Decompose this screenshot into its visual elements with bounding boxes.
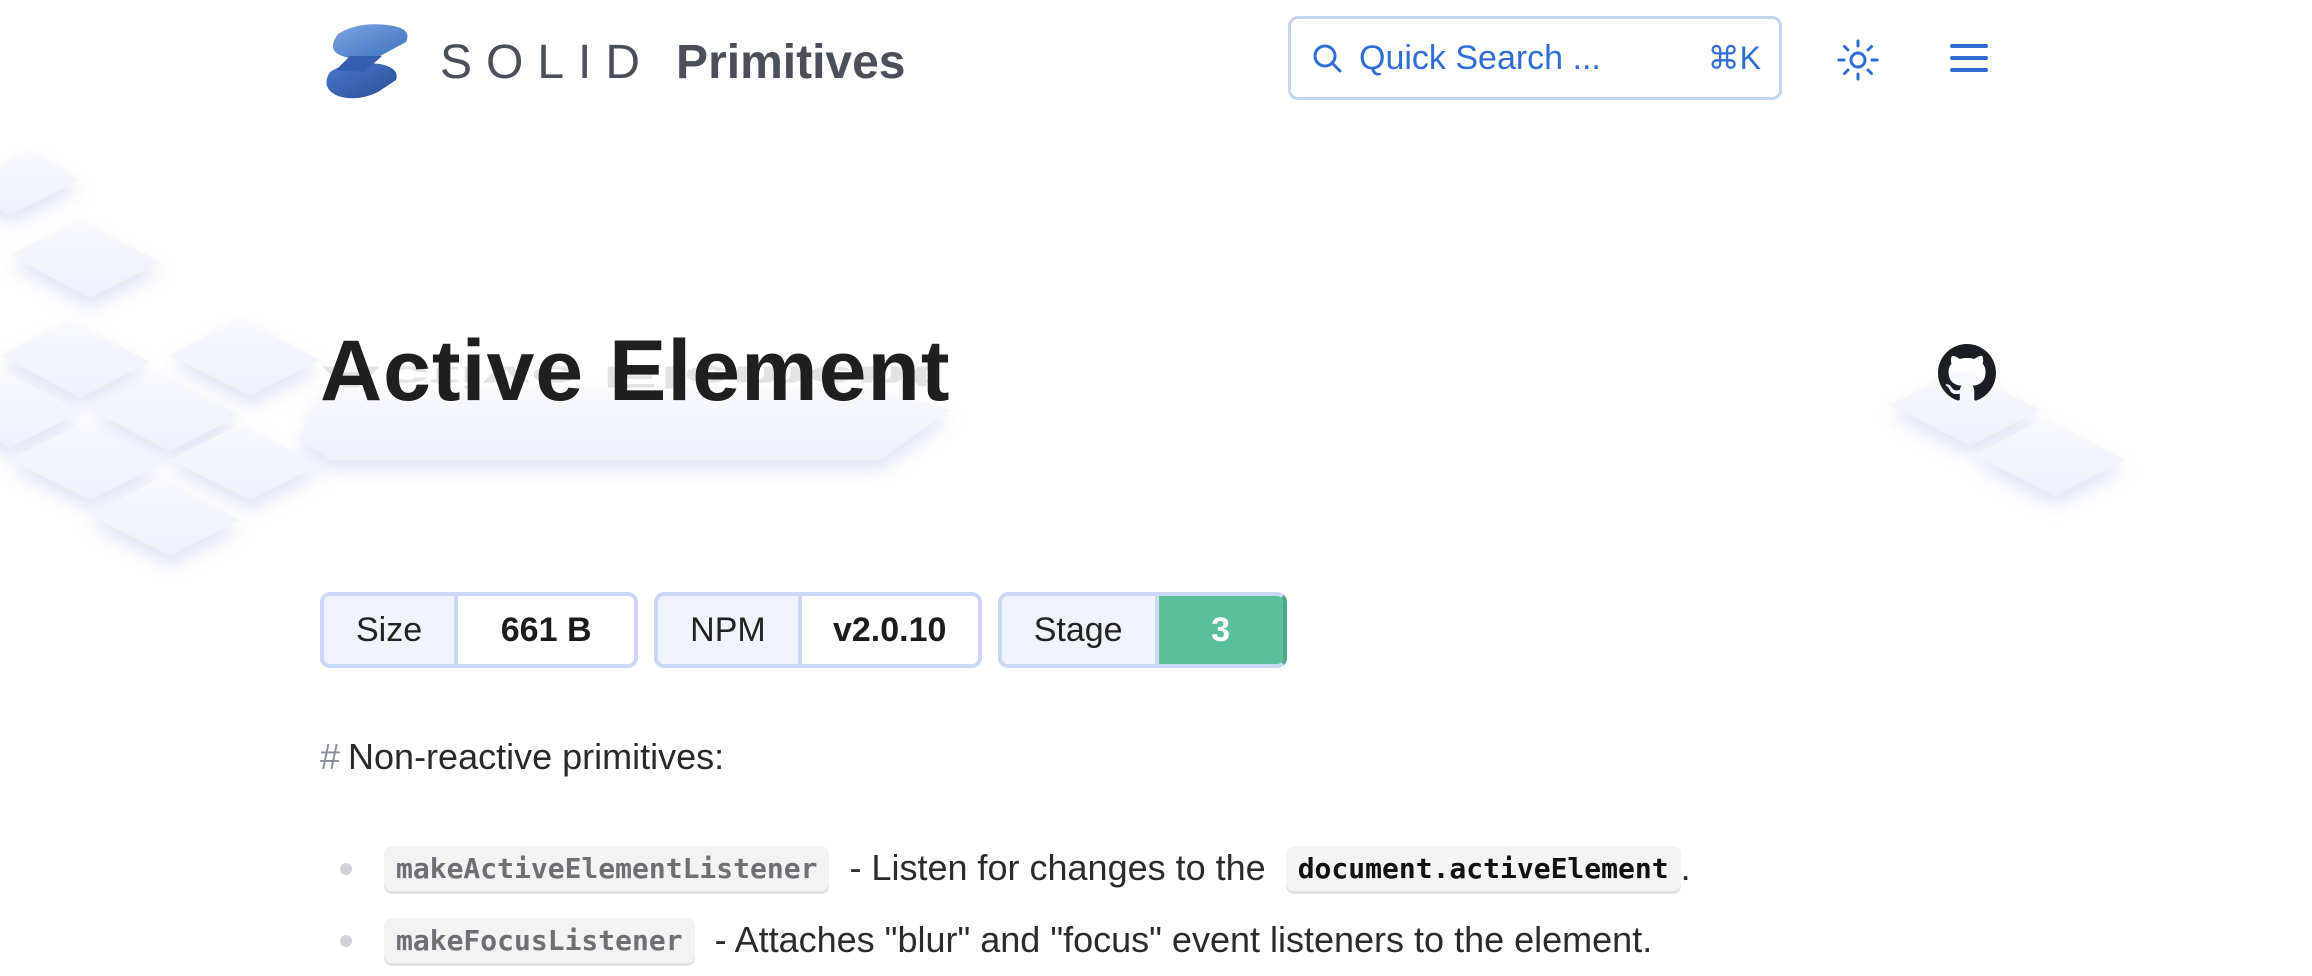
- hamburger-menu-icon: [1950, 44, 1988, 72]
- bullet-dot: [340, 935, 352, 947]
- size-badge-value: 661 B: [454, 596, 635, 664]
- brand-primitives-text: Primitives: [676, 35, 906, 89]
- npm-badge-value: v2.0.10: [797, 596, 978, 664]
- theme-toggle-button[interactable]: [1836, 38, 1880, 82]
- code-make-focus-listener[interactable]: makeFocusListener: [384, 917, 695, 963]
- list-item-text: - Attaches "blur" and "focus" event list…: [704, 919, 1653, 960]
- sun-icon: [1837, 39, 1879, 81]
- github-icon: [1938, 344, 1996, 401]
- heading-anchor-link[interactable]: #: [320, 736, 340, 777]
- code-make-active-element-listener[interactable]: makeActiveElementListener: [384, 845, 830, 891]
- github-link[interactable]: [1938, 344, 1996, 402]
- stage-badge-value: 3: [1154, 596, 1283, 664]
- npm-badge[interactable]: NPM v2.0.10: [654, 592, 982, 668]
- brand-solid-text: SOLID: [440, 35, 655, 89]
- page-title: Active Element: [320, 323, 951, 419]
- list-item-text: - Listen for changes to the: [839, 847, 1276, 888]
- section-heading: # Non-reactive primitives:: [320, 736, 724, 778]
- quick-search-button[interactable]: Quick Search ... ⌘K: [1288, 16, 1782, 100]
- stage-badge-key: Stage: [1001, 596, 1155, 664]
- stage-badge[interactable]: Stage 3: [997, 592, 1287, 668]
- section-heading-text: Non-reactive primitives:: [348, 736, 725, 777]
- brand-wordmark[interactable]: SOLID Primitives: [440, 32, 906, 92]
- bullet-dot: [340, 863, 352, 875]
- search-shortcut: ⌘K: [1707, 40, 1761, 76]
- menu-button[interactable]: [1950, 42, 1988, 74]
- code-document-active-element: document.activeElement: [1285, 845, 1681, 891]
- site-header: SOLID Primitives Quick Search ... ⌘K: [0, 0, 2312, 120]
- package-badges: Size 661 B NPM v2.0.10 Stage 3: [320, 592, 1287, 668]
- size-badge[interactable]: Size 661 B: [320, 592, 639, 668]
- list-item: makeFocusListener - Attaches "blur" and …: [340, 904, 1691, 976]
- primitives-list: makeActiveElementListener - Listen for c…: [340, 832, 1691, 976]
- solid-logo-icon[interactable]: [320, 20, 412, 102]
- decorative-tiles: [0, 0, 2312, 954]
- list-item-text-end: .: [1680, 847, 1691, 888]
- npm-badge-key: NPM: [658, 596, 798, 664]
- search-icon: [1313, 44, 1342, 73]
- search-label: Quick Search ...: [1359, 38, 1601, 77]
- size-badge-key: Size: [324, 596, 455, 664]
- list-item: makeActiveElementListener - Listen for c…: [340, 832, 1691, 904]
